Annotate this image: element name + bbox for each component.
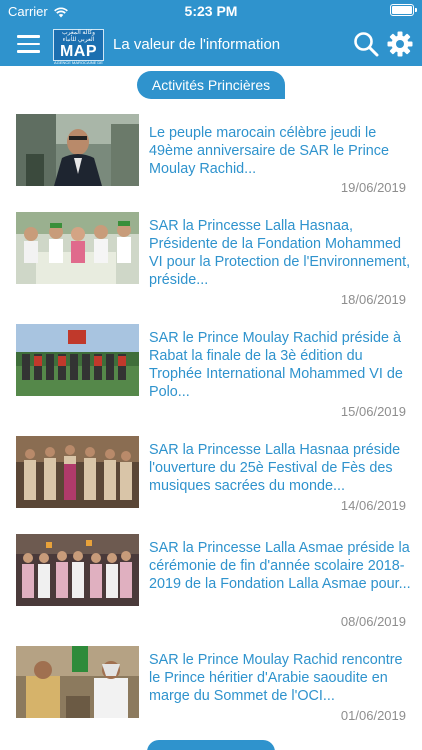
status-bar: Carrier 5:23 PM	[0, 0, 422, 22]
navigation-bar: وكالة المغرب العربي للأنباء MAP AGENCE M…	[0, 22, 422, 71]
article-thumbnail	[16, 436, 139, 508]
article-date: 18/06/2019	[340, 292, 406, 307]
logo-subtext: AGENCE MAROCAINE DE PRESSE	[54, 60, 103, 71]
article-date: 08/06/2019	[340, 614, 406, 629]
load-more-button[interactable]	[147, 740, 275, 750]
hamburger-menu-icon[interactable]	[17, 35, 40, 53]
clock: 5:23 PM	[184, 3, 238, 19]
article-title: SAR la Princesse Lalla Hasnaa préside l'…	[149, 442, 401, 494]
article-date: 15/06/2019	[340, 404, 406, 419]
logo-text: MAP	[59, 43, 98, 60]
article-thumbnail	[16, 324, 139, 396]
article-title: SAR la Princesse Lalla Asmae préside la …	[149, 540, 411, 592]
article-thumbnail	[16, 646, 139, 718]
logo-arabic-text: وكالة المغرب العربي للأنباء	[61, 30, 96, 43]
article-thumbnail	[16, 212, 139, 284]
map-logo[interactable]: وكالة المغرب العربي للأنباء MAP AGENCE M…	[53, 29, 104, 71]
article-thumbnail	[16, 114, 139, 186]
article-title: SAR la Princesse Lalla Hasnaa, Président…	[149, 218, 411, 288]
gear-icon[interactable]	[387, 31, 413, 57]
article-date: 14/06/2019	[340, 498, 406, 513]
battery-icon	[390, 4, 417, 16]
article-title: SAR le Prince Moulay Rachid préside à Ra…	[149, 330, 403, 400]
article-title: SAR le Prince Moulay Rachid rencontre le…	[149, 652, 403, 704]
article-date: 19/06/2019	[340, 180, 406, 195]
category-tab-activites-princieres[interactable]: Activités Princières	[137, 71, 285, 99]
article-title: Le peuple marocain célèbre jeudi le 49èm…	[149, 125, 389, 177]
article-thumbnail	[16, 534, 139, 606]
article-date: 01/06/2019	[340, 708, 406, 723]
search-icon[interactable]	[353, 31, 379, 57]
battery-group	[390, 4, 417, 16]
app-tagline: La valeur de l'information	[113, 36, 281, 53]
